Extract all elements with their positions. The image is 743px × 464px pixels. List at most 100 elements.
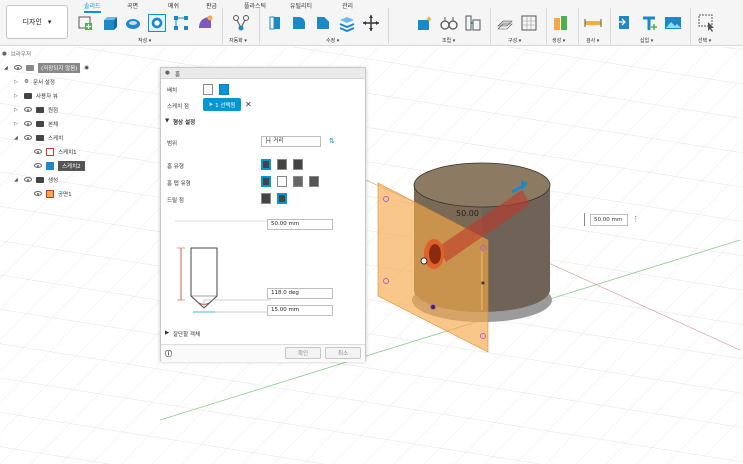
angle-drill-button[interactable] [277, 193, 287, 204]
folder-icon [36, 120, 44, 127]
browser-item-label: 스케치 [48, 135, 64, 142]
insert-component-icon[interactable] [640, 14, 658, 32]
new-component-icon[interactable] [416, 14, 434, 32]
expand-icon[interactable]: ▷ [14, 79, 20, 85]
dialog-header[interactable]: ● 홈 [161, 68, 365, 79]
simple-hole-button[interactable] [261, 159, 271, 170]
clearance-tap-button[interactable] [277, 176, 287, 187]
create-group-label[interactable]: 작성 ▾ [138, 37, 151, 44]
more-options-icon[interactable]: ⋮ [632, 215, 639, 223]
info-icon[interactable]: ⓘ [165, 349, 172, 359]
browser-item-label: 생성 [48, 177, 59, 184]
collapse-icon[interactable]: ● [165, 70, 170, 76]
pattern-icon[interactable] [172, 14, 190, 32]
sketch-point-select-button[interactable]: ➤ 1 선택됨 [203, 98, 241, 111]
tab-sheet-metal[interactable]: 판금 [206, 1, 217, 10]
hole-icon[interactable] [148, 14, 166, 32]
browser-header[interactable]: ● 브라우저 [2, 48, 31, 59]
expand-icon[interactable]: ▷ [14, 93, 20, 99]
automate-group-label[interactable]: 자동화 ▾ [229, 37, 247, 44]
visibility-eye-icon[interactable] [24, 135, 32, 140]
dimension-input[interactable]: 50.00 mm [590, 214, 628, 226]
expand-icon[interactable]: ◢ [4, 65, 10, 71]
visibility-eye-icon[interactable] [24, 121, 32, 126]
inspect-group-label[interactable]: 검사 ▾ [586, 37, 599, 44]
tapped-button[interactable] [293, 176, 303, 187]
taper-tapped-button[interactable] [309, 176, 319, 187]
move-icon[interactable] [362, 14, 380, 32]
construct-group-label[interactable]: 구성 ▾ [508, 37, 521, 44]
press-pull-icon[interactable] [266, 14, 284, 32]
cancel-button[interactable]: 취소 [325, 347, 361, 359]
generate-icon[interactable] [552, 14, 570, 32]
visibility-eye-icon[interactable] [24, 107, 32, 112]
tab-surface[interactable]: 곡면 [127, 1, 138, 10]
flat-drill-button[interactable] [261, 193, 271, 204]
assemble-group-label[interactable]: 조립 ▾ [442, 37, 455, 44]
placement-single-button[interactable] [203, 84, 213, 95]
fillet-icon[interactable] [290, 14, 308, 32]
collapse-icon[interactable]: ◢ [14, 135, 20, 141]
chamfer-icon[interactable] [314, 14, 332, 32]
flip-direction-icon[interactable]: ⇅ [329, 137, 335, 145]
browser-item-sketch1[interactable]: 스케치1 [34, 146, 77, 157]
create-sketch-icon[interactable] [76, 14, 94, 32]
as-built-joint-icon[interactable] [464, 14, 482, 32]
active-radio-icon[interactable]: ◉ [84, 65, 89, 71]
midplane-icon[interactable] [520, 14, 538, 32]
objects-to-cut-header[interactable]: 잘단할 객체 [173, 330, 200, 338]
tab-plastic[interactable]: 플라스틱 [244, 1, 266, 10]
section-expand-icon[interactable]: ▶ [165, 330, 169, 336]
tab-solid[interactable]: 솔리드 [84, 1, 101, 13]
section-expand-icon[interactable]: ▼ [165, 118, 169, 124]
placement-multiple-button[interactable] [219, 84, 229, 95]
canvas-icon[interactable] [664, 14, 682, 32]
tip-angle-input[interactable]: 118.0 deg [267, 288, 333, 299]
shell-icon[interactable] [338, 14, 356, 32]
browser-item-named-views[interactable]: ▷ 사용자 뷰 [14, 90, 58, 101]
clear-selection-icon[interactable]: ✕ [245, 100, 252, 109]
modify-group-label[interactable]: 수정 ▾ [326, 37, 339, 44]
dimension-handle[interactable] [584, 213, 586, 226]
visibility-eye-icon[interactable] [34, 149, 42, 154]
browser-root[interactable]: ◢ (저장되지 않음) ◉ [4, 62, 89, 73]
joint-icon[interactable] [440, 14, 458, 32]
generate-group-label[interactable]: 생성 ▾ [552, 37, 565, 44]
collapse-icon[interactable]: ◢ [14, 177, 20, 183]
form-icon[interactable] [196, 14, 214, 32]
browser-item-sketches[interactable]: ◢ 스케치 [14, 132, 63, 143]
tab-manage[interactable]: 관리 [342, 1, 353, 10]
browser-item-plane1[interactable]: 공면1 [34, 188, 72, 199]
visibility-eye-icon[interactable] [14, 65, 22, 70]
workspace-dropdown[interactable]: 디자인 ▾ [6, 5, 68, 39]
visibility-eye-icon[interactable] [34, 191, 42, 196]
depth-input[interactable]: 50.00 mm [267, 219, 333, 230]
extent-dropdown[interactable]: ├┤ 거리 [261, 136, 321, 147]
ok-button[interactable]: 확인 [285, 347, 321, 359]
automate-icon[interactable] [232, 14, 250, 32]
expand-icon[interactable]: ▷ [14, 121, 20, 127]
simple-tap-button[interactable] [261, 176, 271, 187]
offset-plane-icon[interactable] [496, 14, 514, 32]
diameter-input[interactable]: 15.00 mm [267, 305, 333, 316]
tab-utilities[interactable]: 유틸리티 [290, 1, 312, 10]
select-group-label[interactable]: 선택 ▾ [698, 37, 711, 44]
expand-icon[interactable]: ▷ [14, 107, 20, 113]
browser-item-document-settings[interactable]: ▷ ⚙ 문서 설정 [14, 76, 55, 87]
browser-item-origin[interactable]: ▷ 원점 [14, 104, 58, 115]
browser-item-sketch2[interactable]: 스케치2 [34, 160, 85, 171]
browser-item-construction[interactable]: ◢ 생성 [14, 174, 58, 185]
visibility-eye-icon[interactable] [24, 177, 32, 182]
insert-group-label[interactable]: 삽입 ▾ [640, 37, 653, 44]
revolve-icon[interactable] [124, 14, 142, 32]
browser-item-bodies[interactable]: ▷ 본체 [14, 118, 58, 129]
insert-derive-icon[interactable] [616, 14, 634, 32]
select-icon[interactable] [698, 14, 716, 32]
measure-icon[interactable] [584, 14, 602, 32]
extrude-icon[interactable] [100, 14, 118, 32]
visibility-eye-icon[interactable] [34, 163, 42, 168]
collapse-icon[interactable]: ● [2, 51, 7, 57]
counterbore-button[interactable] [277, 159, 287, 170]
tab-mesh[interactable]: 메쉬 [168, 1, 179, 10]
countersink-button[interactable] [293, 159, 303, 170]
